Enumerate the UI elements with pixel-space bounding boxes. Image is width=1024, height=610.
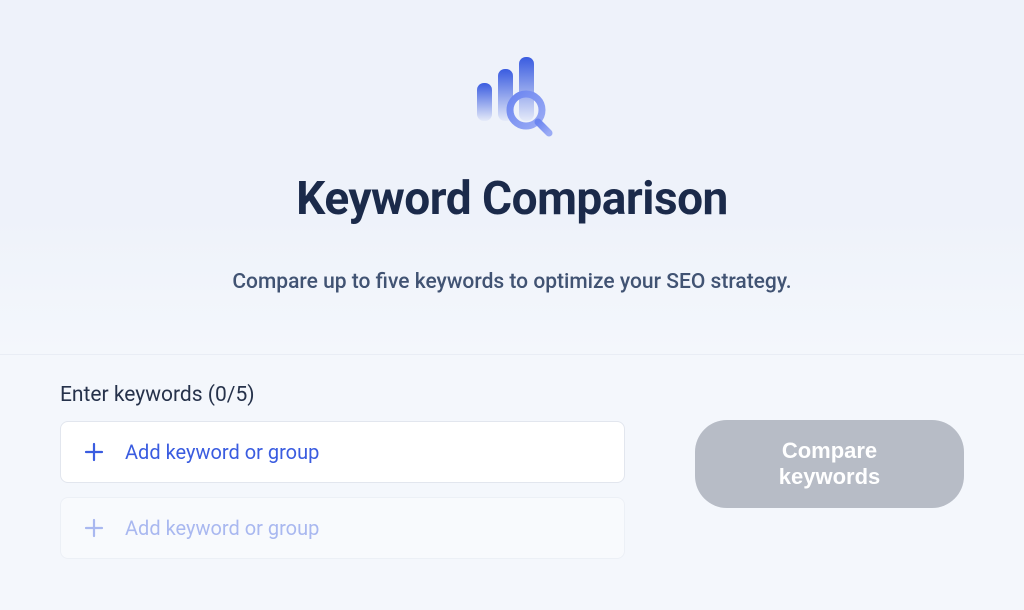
compare-keywords-button[interactable]: Compare keywords	[695, 420, 964, 508]
keyword-count-label: Enter keywords (0/5)	[60, 383, 625, 407]
bar-chart-magnifier-icon	[467, 55, 557, 144]
keyword-placeholder-text: Add keyword or group	[125, 440, 319, 464]
keyword-form-section: Enter keywords (0/5) Add keyword or grou…	[0, 355, 1024, 573]
plus-icon	[83, 517, 105, 539]
page-subtitle: Compare up to five keywords to optimize …	[0, 270, 1024, 294]
keyword-inputs-column: Enter keywords (0/5) Add keyword or grou…	[60, 383, 625, 573]
add-keyword-input-1[interactable]: Add keyword or group	[60, 421, 625, 483]
page-title: Keyword Comparison	[0, 172, 1024, 226]
keyword-placeholder-text: Add keyword or group	[125, 516, 319, 540]
add-keyword-input-2[interactable]: Add keyword or group	[60, 497, 625, 559]
hero-section: Keyword Comparison Compare up to five ke…	[0, 0, 1024, 355]
plus-icon	[83, 441, 105, 463]
submit-column: Compare keywords	[695, 383, 964, 508]
